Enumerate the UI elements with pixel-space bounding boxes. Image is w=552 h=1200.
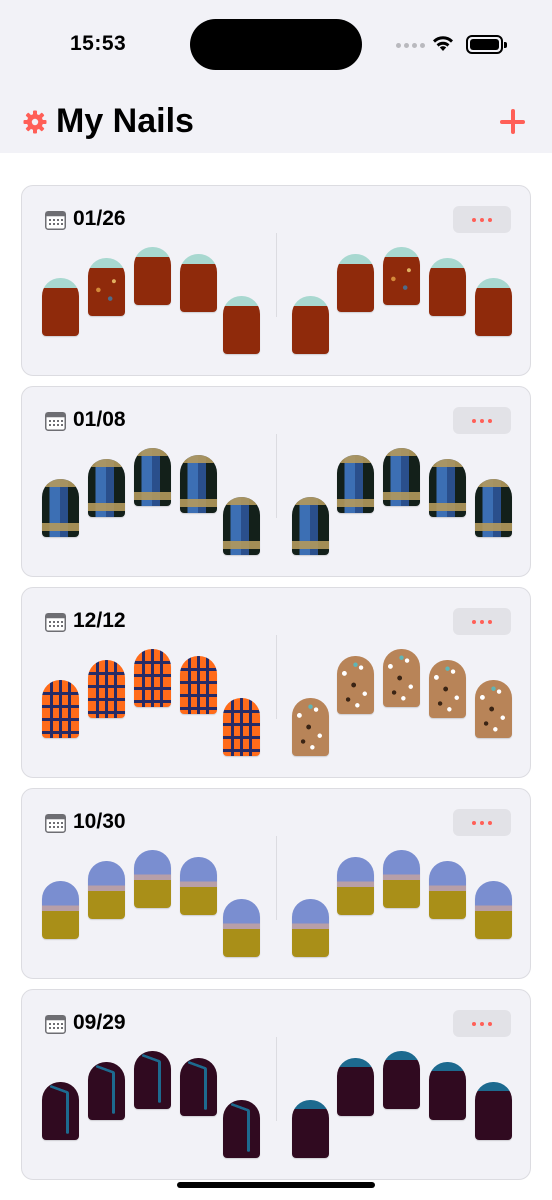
- left-hand-nail: [223, 1100, 260, 1158]
- nail-entry-card[interactable]: 09/29: [21, 989, 531, 1180]
- right-hand-nail: [292, 1100, 329, 1158]
- hand-divider: [276, 434, 277, 518]
- navigation-bar: My Nails: [0, 90, 552, 153]
- calendar-icon: [45, 412, 66, 431]
- right-hand-nail: [475, 278, 512, 336]
- hand-divider: [276, 1037, 277, 1121]
- right-hand-nail: [383, 649, 420, 707]
- right-hand-nail: [475, 881, 512, 939]
- wifi-icon: [433, 36, 453, 51]
- left-hand-nail: [88, 660, 125, 718]
- left-hand-nail: [223, 698, 260, 756]
- left-hand-nail: [42, 680, 79, 738]
- more-options-button[interactable]: [453, 407, 511, 434]
- left-hand-nail: [180, 1058, 217, 1116]
- right-hand-nail: [337, 254, 374, 312]
- entry-date: 09/29: [73, 1011, 126, 1034]
- left-hand-nail: [223, 899, 260, 957]
- calendar-icon: [45, 211, 66, 230]
- nail-entry-card[interactable]: 10/30: [21, 788, 531, 979]
- right-hand-nail: [383, 850, 420, 908]
- hand-divider: [276, 836, 277, 920]
- entry-date: 12/12: [73, 609, 126, 632]
- right-hand-nail: [292, 296, 329, 354]
- entry-date: 01/26: [73, 207, 126, 230]
- nail-entry-card[interactable]: 01/26: [21, 185, 531, 376]
- left-hand-nail: [223, 497, 260, 555]
- right-hand-nail: [429, 660, 466, 718]
- page-title: My Nails: [56, 102, 194, 140]
- left-hand-nail: [42, 479, 79, 537]
- status-time: 15:53: [70, 32, 127, 55]
- right-hand-nail: [475, 479, 512, 537]
- nail-entry-list: 01/26 01/08 12/12 10/30 09/29: [21, 185, 531, 1190]
- right-hand-nail: [429, 258, 466, 316]
- left-hand-nail: [88, 459, 125, 517]
- right-hand-nail: [292, 899, 329, 957]
- right-hand-nail: [337, 1058, 374, 1116]
- add-button[interactable]: [498, 107, 528, 137]
- gear-icon[interactable]: [23, 110, 47, 134]
- left-hand-nail: [42, 278, 79, 336]
- nail-entry-card[interactable]: 01/08: [21, 386, 531, 577]
- calendar-icon: [45, 814, 66, 833]
- cellular-signal-icon: [396, 43, 425, 48]
- more-options-button[interactable]: [453, 1010, 511, 1037]
- dynamic-island: [190, 19, 362, 70]
- right-hand-nail: [429, 861, 466, 919]
- status-bar: 15:53: [0, 0, 552, 90]
- right-hand-nail: [475, 680, 512, 738]
- left-hand-nail: [180, 455, 217, 513]
- left-hand-nail: [88, 258, 125, 316]
- right-hand-nail: [475, 1082, 512, 1140]
- nail-entry-card[interactable]: 12/12: [21, 587, 531, 778]
- left-hand-nail: [42, 1082, 79, 1140]
- calendar-icon: [45, 613, 66, 632]
- more-options-button[interactable]: [453, 809, 511, 836]
- left-hand-nail: [180, 656, 217, 714]
- right-hand-nail: [292, 698, 329, 756]
- hand-divider: [276, 233, 277, 317]
- entry-date: 10/30: [73, 810, 126, 833]
- right-hand-nail: [337, 656, 374, 714]
- entry-date: 01/08: [73, 408, 126, 431]
- right-hand-nail: [383, 247, 420, 305]
- left-hand-nail: [223, 296, 260, 354]
- left-hand-nail: [134, 649, 171, 707]
- left-hand-nail: [42, 881, 79, 939]
- left-hand-nail: [180, 254, 217, 312]
- right-hand-nail: [383, 1051, 420, 1109]
- left-hand-nail: [134, 1051, 171, 1109]
- calendar-icon: [45, 1015, 66, 1034]
- right-hand-nail: [337, 455, 374, 513]
- left-hand-nail: [180, 857, 217, 915]
- right-hand-nail: [337, 857, 374, 915]
- hand-divider: [276, 635, 277, 719]
- home-indicator: [177, 1182, 375, 1188]
- left-hand-nail: [134, 850, 171, 908]
- more-options-button[interactable]: [453, 206, 511, 233]
- right-hand-nail: [383, 448, 420, 506]
- left-hand-nail: [88, 1062, 125, 1120]
- right-hand-nail: [292, 497, 329, 555]
- left-hand-nail: [88, 861, 125, 919]
- left-hand-nail: [134, 247, 171, 305]
- left-hand-nail: [134, 448, 171, 506]
- right-hand-nail: [429, 1062, 466, 1120]
- right-hand-nail: [429, 459, 466, 517]
- more-options-button[interactable]: [453, 608, 511, 635]
- battery-icon: [466, 35, 507, 54]
